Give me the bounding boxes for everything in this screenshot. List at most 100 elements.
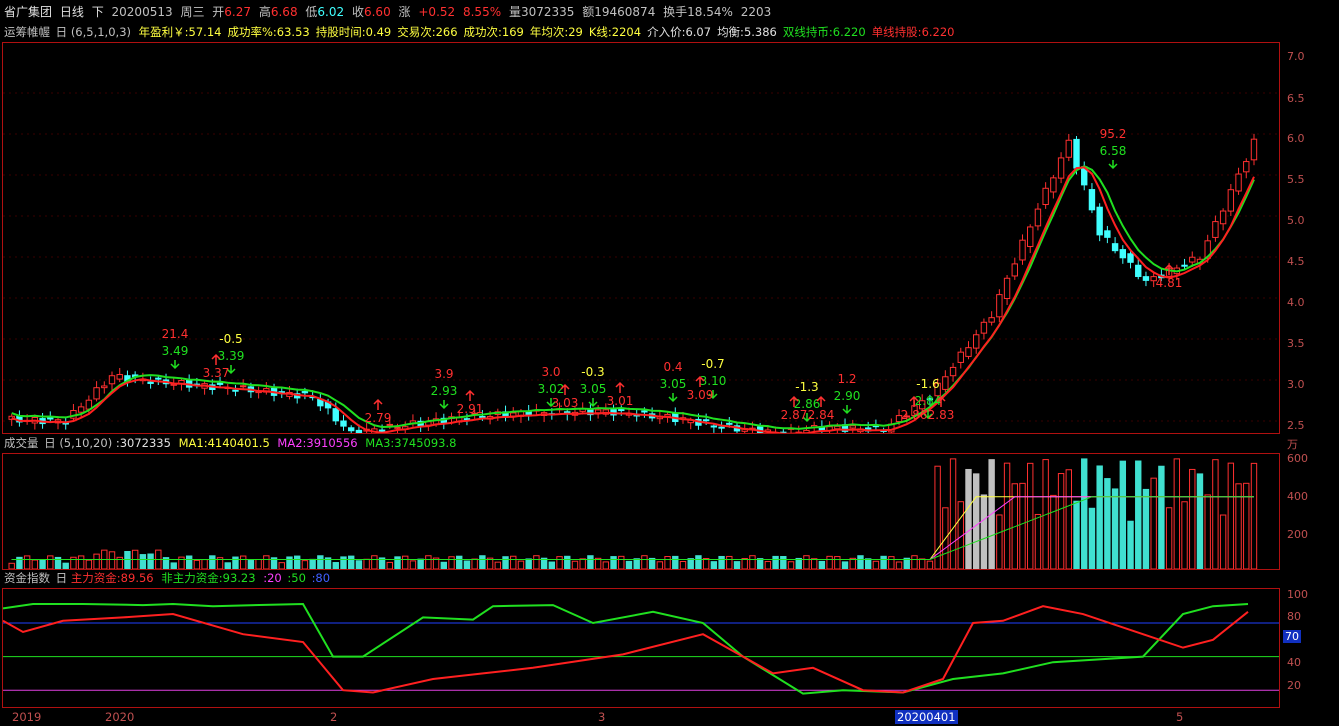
candle-body	[77, 406, 85, 413]
signal-value-green: 3.05	[660, 377, 687, 391]
signal-value-red: 21.4	[162, 327, 189, 341]
volume-bar	[1088, 507, 1096, 570]
candle-body	[957, 351, 964, 363]
candle-body	[93, 387, 100, 400]
high-label: 高	[258, 5, 271, 19]
date-tick: 20200401	[895, 710, 958, 724]
volume-period-icon[interactable]: 日	[44, 436, 56, 450]
signal-value-yellow: -1.3	[795, 380, 818, 394]
sell-arrow-icon	[668, 393, 678, 403]
candle-body	[340, 420, 347, 427]
volume-label: 量	[508, 5, 521, 19]
indicator-item-value: 57.14	[188, 25, 222, 39]
volume-bar	[949, 458, 957, 570]
indicator-item-value: 5.386	[743, 25, 777, 39]
price-tick: 3.5	[1287, 337, 1305, 350]
signal-value-red: 0.4	[663, 360, 682, 374]
period-icon[interactable]: 日	[56, 25, 68, 39]
fund-chart-panel[interactable]	[2, 588, 1280, 708]
low-value: 4.81	[1156, 276, 1183, 290]
candle-body	[1073, 138, 1080, 169]
price-chart-panel[interactable]: 21.4 3.49 -0.5 3.39 3.9 2.93 3.0 3.02 -0.3 3.05 0.…	[2, 42, 1280, 463]
volume-bar	[1227, 462, 1235, 570]
price-tick: 3.0	[1287, 378, 1305, 391]
volume-indicator-name[interactable]: 成交量	[4, 436, 39, 450]
fund-chart[interactable]	[2, 589, 1279, 707]
indicator-item: 年均次:29	[530, 25, 583, 39]
low-value: 2.87	[781, 408, 808, 422]
price-chart[interactable]: 21.4 3.49 -0.5 3.39 3.9 2.93 3.0 3.02 -0.3 3.05 0.…	[3, 43, 1279, 463]
price-axis: 7.0 6.5 6.0 5.5 5.0 4.5 4.0 3.5 3.0 2.5	[1281, 42, 1339, 434]
candle-body	[301, 391, 309, 394]
candle-body	[718, 426, 725, 429]
fund-period-icon[interactable]: 日	[56, 571, 68, 585]
volume-bar	[1150, 477, 1157, 570]
candle-body	[116, 374, 123, 380]
indicator-item-label: 交易次:	[397, 25, 436, 39]
indicator-item: 交易次:266	[397, 25, 457, 39]
candle-body	[702, 419, 710, 422]
price-tick: 5.0	[1287, 214, 1305, 227]
volume-bar	[1243, 482, 1250, 570]
low-value: 2.84	[808, 408, 835, 422]
indicator-item-label: 成功次:	[463, 25, 502, 39]
fund-indicator-name[interactable]: 资金指数	[4, 571, 50, 585]
period-label[interactable]: 日线	[60, 5, 84, 19]
volume-bar	[1081, 458, 1088, 570]
candle-body	[949, 366, 957, 377]
candle-body	[1189, 256, 1196, 263]
candle-body	[710, 425, 718, 428]
indicator-item: 均衡:5.386	[717, 25, 777, 39]
candle-body	[1057, 157, 1065, 179]
date-tick: 2	[330, 710, 338, 724]
candle-body	[726, 422, 733, 425]
candle-body	[348, 427, 355, 432]
candle-body	[332, 408, 339, 422]
volume-bar	[1181, 501, 1188, 570]
signal-value-yellow: -0.3	[581, 365, 604, 379]
volume-bar	[749, 555, 756, 570]
volume-bar	[641, 555, 648, 570]
candle-body	[378, 429, 386, 433]
sell-arrow-icon	[842, 405, 852, 415]
sell-arrow-icon	[170, 360, 180, 370]
indicator-name[interactable]: 运筹帷幄	[4, 25, 50, 39]
volume-bar	[980, 494, 988, 570]
ma-green-line	[11, 165, 1255, 430]
signal-value-red: 3.0	[541, 365, 560, 379]
volume-chart-panel[interactable]	[2, 453, 1280, 570]
volume-tick: 600	[1287, 452, 1308, 465]
low-value: 2.86	[901, 408, 928, 422]
volume-ma3: MA3:3745093.8	[365, 436, 457, 450]
price-tick: 5.5	[1287, 173, 1305, 186]
volume-bar	[317, 555, 324, 570]
close-value: 6.60	[363, 5, 391, 19]
candle-body	[1127, 253, 1134, 263]
volume-bar	[425, 555, 432, 570]
candle-body	[988, 317, 995, 323]
volume-bar	[1173, 458, 1181, 570]
volume-chart[interactable]	[3, 454, 1279, 570]
volume-bar	[1096, 465, 1103, 570]
candle-body	[1019, 239, 1026, 261]
volume-bar	[1127, 520, 1134, 570]
change-pct: 8.55%	[462, 5, 502, 19]
candle-body	[1088, 189, 1096, 211]
candle-body	[463, 418, 471, 421]
fund-header: 资金指数 日 主力资金:89.56 非主力资金:93.23 :20 :50 :8…	[4, 568, 1339, 588]
date-tick: 3	[598, 710, 606, 724]
sell-arrow-icon	[1108, 160, 1118, 170]
candle-body	[942, 376, 949, 390]
candle-body	[1096, 206, 1103, 236]
volume-bar	[587, 555, 594, 570]
volume-bar	[1019, 482, 1026, 570]
volume-bar	[911, 555, 918, 570]
signal-value-yellow: -0.7	[701, 357, 724, 371]
candle-body	[1243, 161, 1250, 173]
stock-name[interactable]: 省广集团	[4, 5, 52, 19]
signal-value-green: 3.39	[218, 349, 245, 363]
level-80: :80	[311, 571, 331, 585]
date-axis[interactable]: 2019 2020 2 3 20200401 5	[0, 708, 1280, 726]
volume-bar	[371, 555, 378, 570]
indicator-item-value: 6.07	[685, 25, 712, 39]
